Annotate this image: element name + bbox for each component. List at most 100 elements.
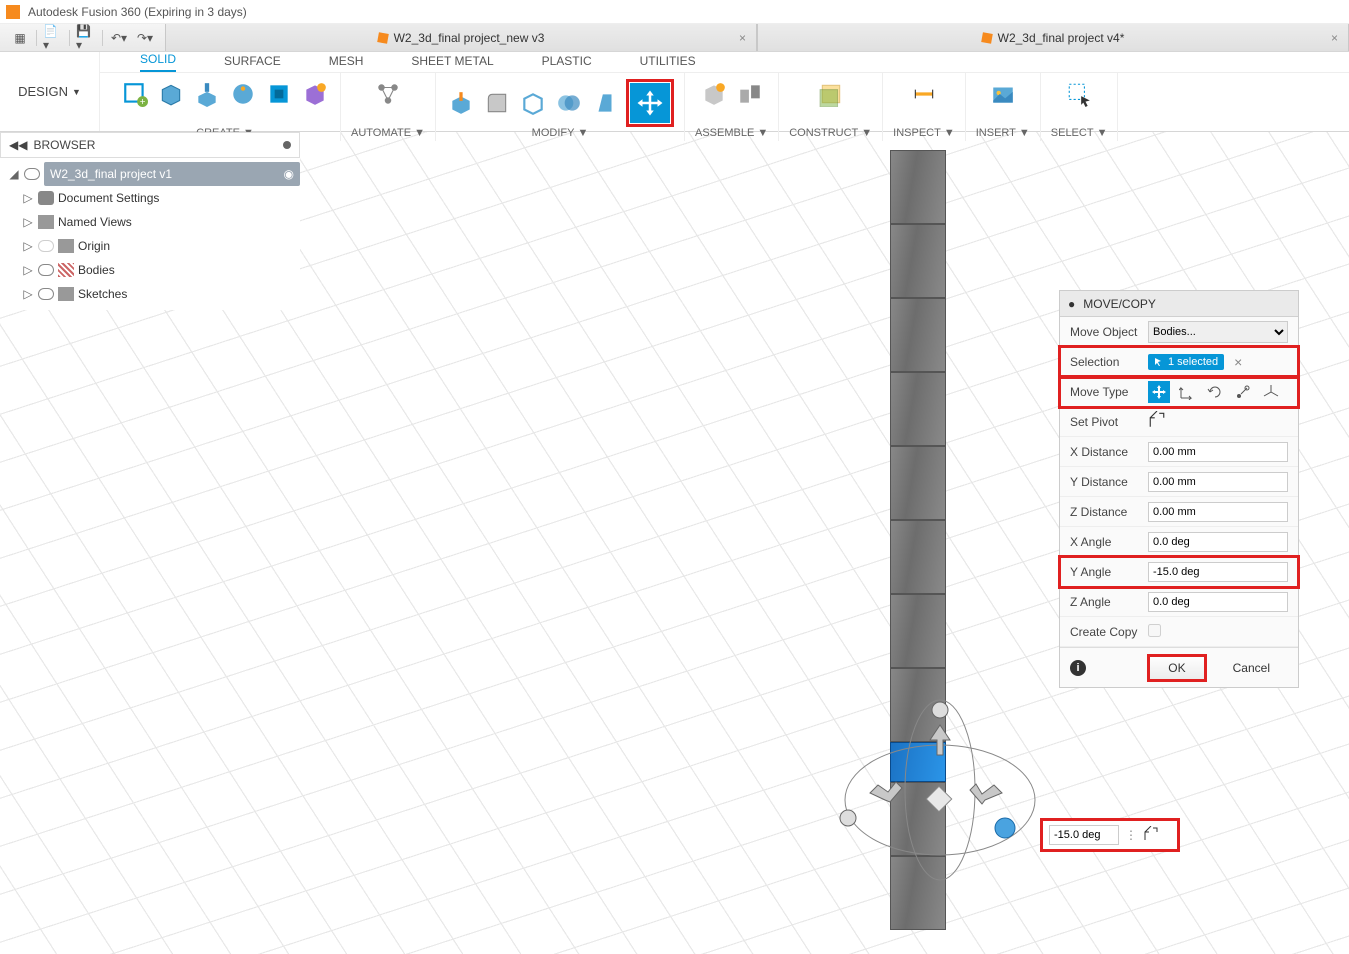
save-icon[interactable]: 💾▾ [76,28,96,48]
panel-label[interactable]: SELECT ▼ [1051,127,1108,139]
document-tab-2[interactable]: W2_3d_final project v4* × [757,24,1349,51]
box-icon[interactable] [156,79,186,109]
expand-icon[interactable]: ▷ [22,239,34,253]
automate-icon[interactable] [373,79,403,109]
options-icon[interactable] [283,141,291,149]
tab-mesh[interactable]: MESH [329,54,364,72]
x-distance-input[interactable] [1148,442,1288,462]
move-copy-button[interactable] [630,83,670,123]
movetype-point-icon[interactable] [1232,381,1254,403]
visibility-icon[interactable] [38,240,54,252]
move-tool-highlight [626,79,674,127]
y-distance-input[interactable] [1148,472,1288,492]
redo-icon[interactable]: ↷▾ [135,28,155,48]
move-manipulator[interactable] [830,690,1050,890]
row-y-distance: Y Distance [1060,467,1298,497]
shell-icon[interactable] [518,88,548,118]
angle-input[interactable] [1049,825,1119,845]
radio-icon[interactable]: ◉ [284,167,294,181]
sketch-icon[interactable]: + [120,79,150,109]
grid-apps-icon[interactable]: ▦ [10,28,30,48]
panel-label[interactable]: CONSTRUCT ▼ [789,127,872,139]
app-title: Autodesk Fusion 360 (Expiring in 3 days) [28,5,247,19]
movetype-xyz-icon[interactable] [1260,381,1282,403]
pivot-icon[interactable] [1148,418,1166,432]
expand-icon[interactable]: ▷ [22,287,34,301]
visibility-icon[interactable] [24,168,40,180]
tree-item[interactable]: ▷ Origin [0,234,300,258]
tab-utilities[interactable]: UTILITIES [640,54,696,72]
panel-insert: INSERT ▼ [966,73,1041,141]
close-icon[interactable]: × [739,31,746,45]
form-icon[interactable] [264,79,294,109]
movetype-free-icon[interactable] [1148,381,1170,403]
cancel-button[interactable]: Cancel [1215,657,1288,679]
tree-item[interactable]: ▷ Document Settings [0,186,300,210]
undo-icon[interactable]: ↶▾ [109,28,129,48]
panel-label[interactable]: AUTOMATE ▼ [351,127,425,139]
derive-icon[interactable] [300,79,330,109]
document-tab-1[interactable]: W2_3d_final project_new v3 × [165,24,757,51]
joint-icon[interactable] [735,79,765,109]
insert-icon[interactable] [988,79,1018,109]
movetype-translate-icon[interactable] [1176,381,1198,403]
measure-icon[interactable] [909,79,939,109]
select-icon[interactable] [1064,79,1094,109]
move-object-select[interactable]: Bodies... [1148,321,1288,343]
more-icon[interactable]: ⋮ [1125,828,1137,842]
visibility-icon[interactable] [38,264,54,276]
x-angle-input[interactable] [1148,532,1288,552]
revolve-icon[interactable] [228,79,258,109]
component-icon[interactable] [699,79,729,109]
expand-icon[interactable]: ▷ [22,263,34,277]
app-icon [6,5,20,19]
extrude-icon[interactable] [192,79,222,109]
tree-item[interactable]: ▷ Sketches [0,282,300,306]
combine-icon[interactable] [554,88,584,118]
panel-create: + CREATE ▼ [110,73,341,141]
tab-sheet-metal[interactable]: SHEET METAL [411,54,493,72]
fillet-icon[interactable] [482,88,512,118]
movetype-rotate-icon[interactable] [1204,381,1226,403]
info-icon[interactable]: i [1070,660,1086,676]
selection-pill[interactable]: 1 selected [1148,354,1224,370]
clear-selection-icon[interactable]: × [1230,354,1246,370]
draft-icon[interactable] [590,88,620,118]
panel-label[interactable]: MODIFY ▼ [532,127,589,139]
document-tab-label: W2_3d_final project_new v3 [394,31,545,45]
move-copy-dialog: ● MOVE/COPY Move Object Bodies... Select… [1059,290,1299,688]
dialog-header[interactable]: ● MOVE/COPY [1060,291,1298,317]
collapse-icon[interactable]: ◀◀ [9,138,27,152]
file-menu-icon[interactable]: 📄▾ [43,28,63,48]
tree-item-label: Bodies [78,263,115,277]
y-angle-input[interactable] [1148,562,1288,582]
tab-solid[interactable]: SOLID [140,52,176,72]
tab-surface[interactable]: SURFACE [224,54,281,72]
tree-item-label: Origin [78,239,110,253]
close-icon[interactable]: × [1331,31,1338,45]
inline-value-input[interactable]: ⋮ [1040,818,1180,852]
panel-label[interactable]: ASSEMBLE ▼ [695,127,768,139]
tree-item[interactable]: ▷ Bodies [0,258,300,282]
expand-icon[interactable]: ▷ [22,191,34,205]
pivot-icon[interactable] [1143,826,1159,845]
plane-icon[interactable] [816,79,846,109]
ok-button[interactable]: OK [1149,656,1204,680]
z-distance-input[interactable] [1148,502,1288,522]
workspace-label: DESIGN [18,84,68,99]
workspace-switcher[interactable]: DESIGN▼ [0,52,100,131]
expand-icon[interactable]: ▷ [22,215,34,229]
z-angle-input[interactable] [1148,592,1288,612]
tree-item[interactable]: ▷ Named Views [0,210,300,234]
tree-root-row[interactable]: ◢ W2_3d_final project v1 ◉ [0,162,300,186]
browser-header[interactable]: ◀◀ BROWSER [0,132,300,158]
ribbon: DESIGN▼ SOLID SURFACE MESH SHEET METAL P… [0,52,1349,132]
visibility-icon[interactable] [38,288,54,300]
expand-icon[interactable]: ◢ [8,167,20,181]
press-pull-icon[interactable] [446,88,476,118]
tab-plastic[interactable]: PLASTIC [542,54,592,72]
row-y-angle: Y Angle [1060,557,1298,587]
panel-label[interactable]: INSERT ▼ [976,127,1030,139]
document-tab-label: W2_3d_final project v4* [998,31,1125,45]
panel-label[interactable]: INSPECT ▼ [893,127,955,139]
